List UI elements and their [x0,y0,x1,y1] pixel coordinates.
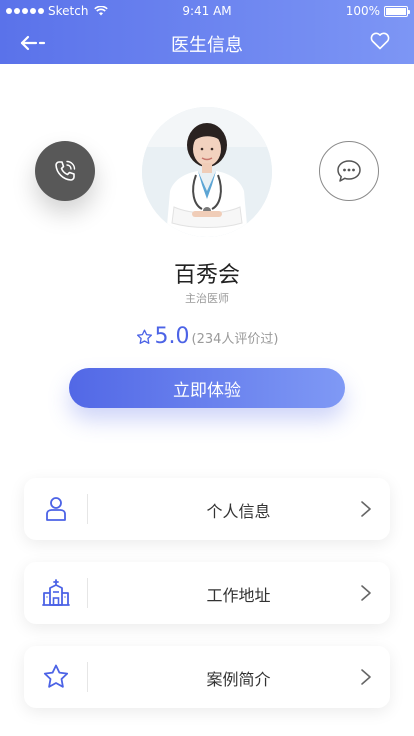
chevron-right-icon [361,669,371,685]
menu-item-label: 案例简介 [206,670,271,689]
message-button[interactable] [319,141,379,201]
battery-percent: 100% [345,4,380,18]
try-now-button[interactable]: 立即体验 [69,368,345,408]
call-button[interactable] [35,141,95,201]
status-bar: Sketch 9:41 AM 100% [0,0,414,22]
status-right: 100% [345,4,410,18]
review-count: (234人评价过) [191,332,279,347]
app-header: Sketch 9:41 AM 100% 医生信息 [0,0,414,64]
nav-bar: 医生信息 [0,22,414,64]
chevron-right-icon [361,585,371,601]
doctor-title: 主治医师 [185,292,229,305]
favorite-button[interactable] [370,32,394,54]
phone-icon [55,160,76,181]
menu-item-work-address[interactable]: 工作地址 [24,562,390,624]
rating-value: 5.0 [154,324,190,349]
menu-item-label: 个人信息 [206,502,271,521]
heart-icon [370,32,390,50]
chat-bubble-icon [337,160,361,182]
chevron-right-icon [361,501,371,517]
rating-row: 5.0 (234人评价过) [0,324,414,349]
menu-item-case-intro[interactable]: 案例简介 [24,646,390,708]
star-outline-icon [136,329,152,344]
doctor-avatar [142,107,272,237]
menu-item-personal-info[interactable]: 个人信息 [24,478,390,540]
doctor-name: 百秀会 [173,263,240,288]
battery-icon [384,5,410,17]
hospital-icon [42,579,70,607]
star-icon [42,663,70,691]
page-title: 医生信息 [171,35,243,56]
menu-item-label: 工作地址 [206,586,271,605]
person-icon [42,495,70,523]
